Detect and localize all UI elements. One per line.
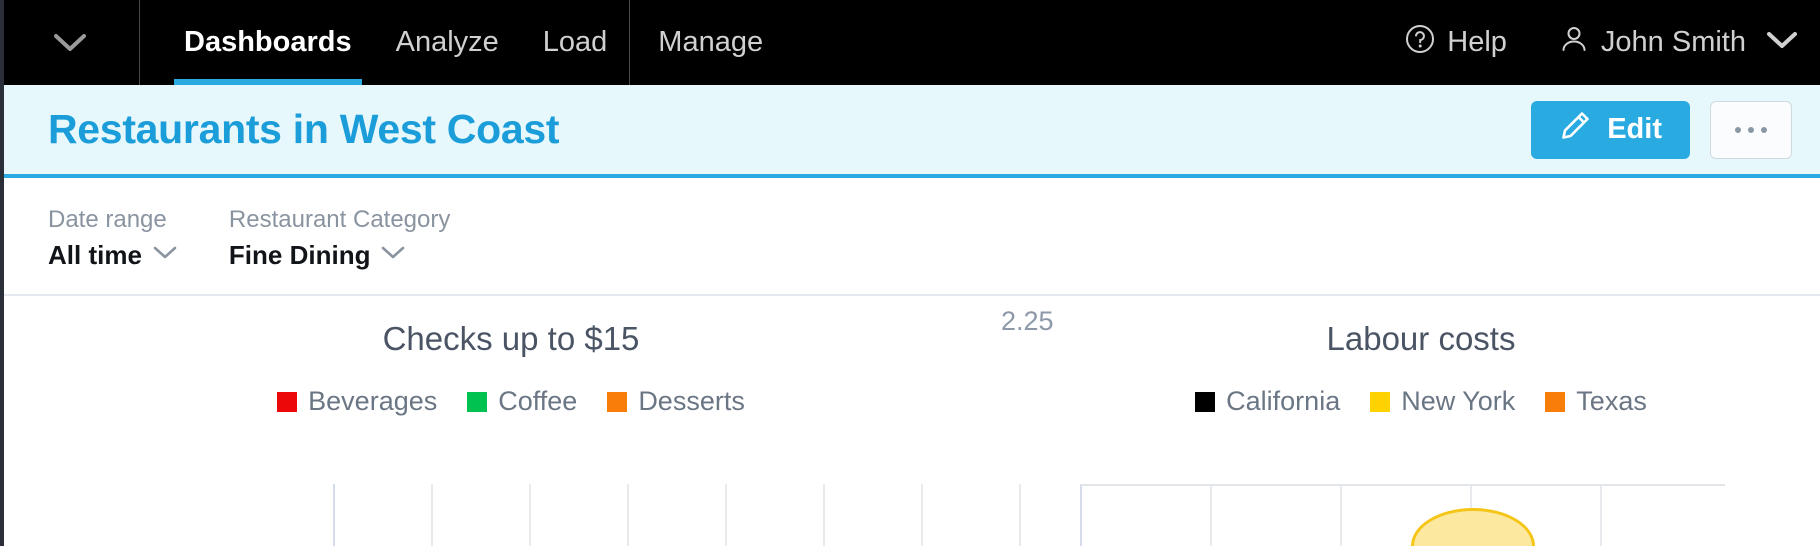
legend-item-california[interactable]: California	[1195, 386, 1340, 417]
chevron-down-icon	[1766, 30, 1798, 55]
nav-item-dashboards[interactable]: Dashboards	[162, 0, 374, 85]
page-title: Restaurants in West Coast	[48, 106, 560, 152]
nav-item-label: Manage	[658, 26, 764, 58]
legend-label: Texas	[1576, 386, 1647, 416]
legend-swatch-icon	[467, 391, 488, 412]
filter-restaurant-category: Restaurant Category Fine Dining	[229, 206, 450, 271]
legend-label: New York	[1401, 386, 1516, 416]
legend-label: Desserts	[638, 386, 745, 416]
legend-swatch-icon	[1370, 391, 1391, 412]
nav-item-label: Analyze	[395, 26, 499, 58]
filter-date-range-dropdown[interactable]: All time	[48, 240, 177, 271]
edit-button[interactable]: Edit	[1531, 100, 1690, 159]
charts-container: Checks up to $15 Beverages Coffee Desser…	[0, 298, 1820, 546]
dashboard-title-bar: Restaurants in West Coast Edit	[0, 85, 1820, 178]
legend-label: California	[1226, 386, 1341, 416]
chart-title: Labour costs	[1326, 320, 1516, 357]
legend-swatch-icon	[1545, 391, 1566, 412]
filter-label: Date range	[48, 205, 167, 233]
edit-button-label: Edit	[1607, 113, 1662, 145]
user-menu-caret-button[interactable]	[1766, 30, 1798, 55]
question-circle-icon	[1405, 24, 1435, 62]
more-options-button[interactable]	[1710, 100, 1792, 159]
chart-legend: Beverages Coffee Desserts	[0, 386, 1022, 417]
nav-item-manage[interactable]: Manage	[630, 0, 791, 85]
chart-legend: California New York Texas	[1022, 386, 1820, 417]
legend-item-texas[interactable]: Texas	[1545, 386, 1647, 417]
legend-item-coffee[interactable]: Coffee	[467, 386, 577, 417]
nav-links: Dashboards Analyze Load	[140, 0, 629, 85]
chevron-down-icon	[53, 33, 87, 53]
chart-title: Checks up to $15	[382, 320, 640, 357]
nav-item-label: Dashboards	[184, 26, 352, 58]
chevron-down-icon	[153, 245, 177, 265]
chevron-down-icon	[381, 245, 405, 265]
filter-value: All time	[48, 239, 142, 270]
help-button[interactable]: Help	[1405, 24, 1507, 62]
person-icon	[1559, 24, 1589, 62]
nav-right-group: Help John Smith	[1405, 0, 1820, 85]
nav-item-label: Load	[542, 26, 608, 58]
user-name-label: John Smith	[1600, 26, 1746, 58]
title-actions: Edit	[1531, 100, 1820, 159]
legend-label: Beverages	[308, 386, 438, 416]
left-rail	[0, 0, 4, 546]
chart-checks-up-to-15: Checks up to $15 Beverages Coffee Desser…	[0, 298, 1022, 546]
nav-item-load[interactable]: Load	[521, 0, 630, 85]
y-axis-tick-label: 2.25	[1001, 306, 1054, 336]
top-navigation-bar: Dashboards Analyze Load Manage Help John…	[0, 0, 1820, 85]
legend-item-new-york[interactable]: New York	[1370, 386, 1515, 417]
filter-bar: Date range All time Restaurant Category …	[0, 182, 1820, 296]
pencil-icon	[1559, 110, 1591, 150]
legend-item-desserts[interactable]: Desserts	[607, 386, 745, 417]
filter-date-range: Date range All time	[48, 206, 177, 271]
nav-item-analyze[interactable]: Analyze	[374, 0, 521, 85]
dashboard-page: Dashboards Analyze Load Manage Help John…	[0, 0, 1820, 546]
ellipsis-icon	[1735, 126, 1767, 133]
legend-swatch-icon	[277, 391, 298, 412]
legend-item-beverages[interactable]: Beverages	[277, 386, 437, 417]
user-menu-button[interactable]: John Smith	[1559, 24, 1746, 62]
app-menu-button[interactable]	[0, 0, 140, 85]
chart-plot-area	[1080, 484, 1725, 546]
legend-swatch-icon	[607, 391, 628, 412]
chart-plot-area	[333, 484, 1022, 546]
filter-label: Restaurant Category	[228, 205, 451, 233]
legend-label: Coffee	[498, 386, 578, 416]
legend-swatch-icon	[1195, 391, 1216, 412]
filter-value: Fine Dining	[228, 239, 371, 270]
help-label: Help	[1447, 26, 1507, 58]
filter-restaurant-category-dropdown[interactable]: Fine Dining	[229, 240, 450, 271]
